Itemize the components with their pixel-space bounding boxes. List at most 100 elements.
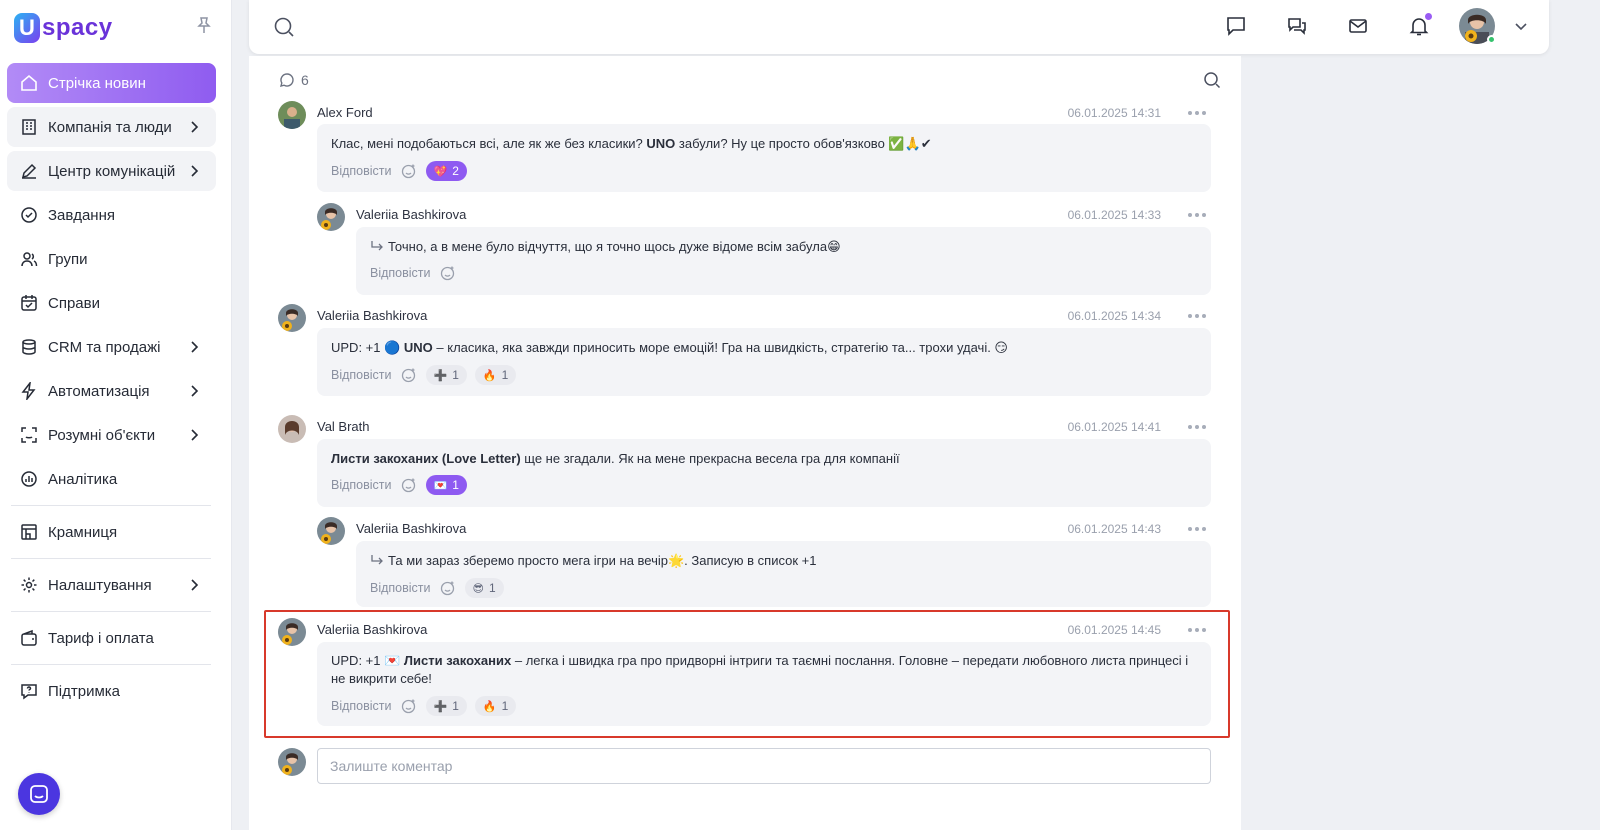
more-options-icon[interactable] [1188, 424, 1206, 430]
scan-icon [19, 425, 39, 445]
divider [11, 611, 211, 612]
sidebar-item-label: Крамниця [48, 523, 118, 541]
reaction-count: 1 [501, 368, 509, 382]
sidebar-item-label: Компанія та люди [48, 118, 172, 136]
add-reaction-icon[interactable] [400, 476, 418, 494]
sidebar-item-label: Групи [48, 250, 88, 268]
comment-input[interactable]: Залиште коментар [317, 748, 1211, 784]
sidebar-item-automation[interactable]: Автоматизація [7, 371, 216, 411]
chevron-right-icon [186, 577, 202, 593]
avatar[interactable] [317, 203, 345, 231]
sidebar-item-cases[interactable]: Справи [7, 283, 216, 323]
bell-icon[interactable] [1407, 13, 1432, 38]
comment-actions: Відповісти [370, 264, 457, 282]
comment-text-part: забули? Ну це просто обов'язково ✅🙏✔ [675, 136, 932, 151]
sidebar-item-label: CRM та продажі [48, 338, 161, 356]
pin-icon[interactable] [196, 16, 212, 34]
more-options-icon[interactable] [1188, 313, 1206, 319]
sidebar-item-crm[interactable]: CRM та продажі [7, 327, 216, 367]
sidebar-item-communications[interactable]: Центр комунікацій [7, 151, 216, 191]
mail-icon[interactable] [1346, 14, 1370, 38]
comment-text: Точно, а в мене було відчуття, що я точн… [370, 238, 1190, 256]
reaction-chip[interactable]: ➕ 1 [425, 365, 467, 385]
reply-button[interactable]: Відповісти [331, 164, 392, 178]
more-options-icon[interactable] [1188, 212, 1206, 218]
sidebar-item-analytics[interactable]: Аналітика [7, 459, 216, 499]
comment-time: 06.01.2025 14:34 [1067, 309, 1161, 323]
logo-mark: U [14, 13, 40, 43]
comment-actions: Відповісти 💖 2 [331, 161, 467, 181]
reply-button[interactable]: Відповісти [331, 368, 392, 382]
search-icon[interactable] [273, 16, 295, 38]
store-icon [19, 522, 39, 542]
reaction-chip[interactable]: 🔥 1 [474, 365, 517, 385]
comment-author[interactable]: Alex Ford [317, 105, 373, 120]
check-circle-icon [19, 205, 39, 225]
add-reaction-icon[interactable] [400, 366, 418, 384]
sidebar-item-company[interactable]: Компанія та люди [7, 107, 216, 147]
lightning-icon [19, 381, 39, 401]
comment-text-bold: UNO [403, 340, 433, 355]
sidebar-item-label: Розумні об'єкти [48, 426, 156, 444]
building-icon [19, 117, 39, 137]
reaction-count: 1 [488, 581, 496, 595]
sidebar-item-smart-objects[interactable]: Розумні об'єкти [7, 415, 216, 455]
avatar[interactable] [317, 517, 345, 545]
highlight-box [264, 610, 1230, 738]
sidebar-item-news-feed[interactable]: Стрічка новин [7, 63, 216, 103]
chevron-down-icon[interactable] [1513, 18, 1529, 34]
chevron-right-icon [186, 339, 202, 355]
chevron-right-icon [186, 383, 202, 399]
wallet-icon [19, 628, 39, 648]
sidebar: U spacy Стрічка новин Компанія та люди Ц… [0, 0, 232, 830]
comment-input-placeholder: Залиште коментар [330, 758, 453, 774]
user-avatar[interactable] [1459, 8, 1496, 44]
search-comments-icon[interactable] [1203, 71, 1221, 89]
sidebar-item-groups[interactable]: Групи [7, 239, 216, 279]
reaction-chip[interactable]: 💖 2 [425, 161, 467, 181]
more-options-icon[interactable] [1188, 526, 1206, 532]
comments-counter: 6 [279, 72, 309, 88]
sidebar-item-label: Справи [48, 294, 100, 312]
reaction-emoji: 💖 [433, 164, 448, 178]
support-chat-button[interactable] [18, 773, 60, 815]
reaction-count: 2 [452, 164, 459, 178]
more-options-icon[interactable] [1188, 110, 1206, 116]
sidebar-item-settings[interactable]: Налаштування [7, 565, 216, 605]
comment-text: UPD: +1 🔵 UNO – класика, яка завжди прин… [331, 339, 1191, 357]
comment-author[interactable]: Valeriia Bashkirova [356, 521, 466, 536]
add-reaction-icon[interactable] [439, 264, 457, 282]
calendar-icon [19, 293, 39, 313]
comment-author[interactable]: Valeriia Bashkirova [317, 308, 427, 323]
avatar[interactable] [278, 415, 306, 443]
messages-icon[interactable] [1224, 14, 1248, 38]
reaction-chip[interactable]: 💌 1 [425, 475, 467, 495]
reply-button[interactable]: Відповісти [370, 266, 431, 280]
avatar[interactable] [278, 101, 306, 129]
sidebar-item-support[interactable]: Підтримка [7, 671, 216, 711]
divider [11, 664, 211, 665]
reply-button[interactable]: Відповісти [370, 581, 431, 595]
add-reaction-icon[interactable] [439, 579, 457, 597]
chevron-right-icon [186, 163, 202, 179]
add-reaction-icon[interactable] [400, 162, 418, 180]
sidebar-item-tasks[interactable]: Завдання [7, 195, 216, 235]
avatar[interactable] [278, 304, 306, 332]
sidebar-item-label: Автоматизація [48, 382, 150, 400]
logo[interactable]: U spacy [14, 12, 113, 44]
sidebar-item-label: Налаштування [48, 576, 152, 594]
sidebar-item-label: Аналітика [48, 470, 118, 488]
reaction-chip[interactable]: 😎 1 [464, 578, 504, 598]
sidebar-item-store[interactable]: Крамниця [7, 512, 216, 552]
comment-author[interactable]: Valeriia Bashkirova [356, 207, 466, 222]
reply-button[interactable]: Відповісти [331, 478, 392, 492]
comment-author[interactable]: Val Brath [317, 419, 370, 434]
divider [11, 505, 211, 506]
sidebar-item-billing[interactable]: Тариф і оплата [7, 618, 216, 658]
comments-count: 6 [301, 72, 309, 88]
help-icon [19, 681, 39, 701]
comment-time: 06.01.2025 14:31 [1067, 106, 1161, 120]
comment-text-part: – класика, яка завжди приносить море емо… [432, 340, 1008, 355]
settings-icon [19, 575, 39, 595]
chats-icon[interactable] [1285, 14, 1309, 38]
